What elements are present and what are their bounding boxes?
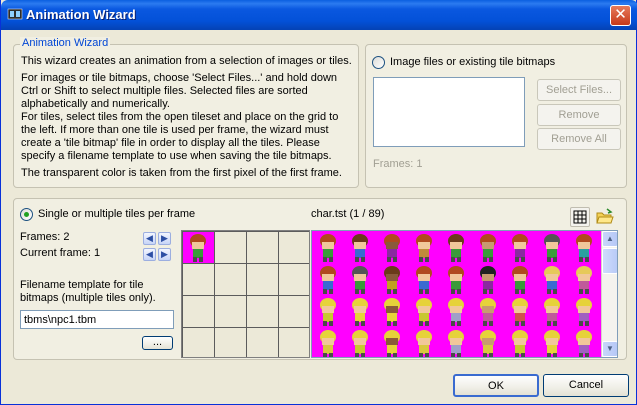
ok-button[interactable]: OK bbox=[453, 374, 539, 397]
image-files-radio-label[interactable]: Image files or existing tile bitmaps bbox=[390, 56, 555, 68]
tileset-tile[interactable] bbox=[320, 234, 336, 262]
title-bar[interactable]: Animation Wizard ✕ bbox=[1, 0, 637, 30]
open-folder-icon bbox=[596, 208, 614, 224]
intro-paragraph-3: For tiles, select tiles from the open ti… bbox=[21, 111, 339, 162]
tileset-caption: char.tst (1 / 89) bbox=[311, 208, 385, 220]
tileset-tile[interactable] bbox=[448, 234, 464, 262]
tiles-radio-label[interactable]: Single or multiple tiles per frame bbox=[38, 208, 195, 220]
scroll-up-button[interactable]: ▲ bbox=[602, 231, 617, 247]
animation-wizard-window: Animation Wizard ✕ Animation Wizard This… bbox=[0, 0, 637, 405]
remove-button[interactable]: Remove bbox=[537, 104, 621, 126]
close-icon: ✕ bbox=[614, 6, 627, 23]
filename-template-input[interactable]: tbms\npc1.tbm bbox=[20, 310, 174, 329]
window-title: Animation Wizard bbox=[26, 7, 136, 22]
scroll-down-button[interactable]: ▼ bbox=[602, 341, 617, 357]
tileset-tile[interactable] bbox=[416, 330, 432, 358]
tileset-tile[interactable] bbox=[512, 266, 528, 294]
current-frame-label: Current frame: 1 bbox=[20, 247, 101, 259]
current-frame-next-button[interactable]: ▶ bbox=[158, 248, 171, 261]
tiles-radio[interactable] bbox=[20, 208, 33, 221]
tileset-tile[interactable] bbox=[352, 330, 368, 358]
image-files-radio[interactable] bbox=[372, 56, 385, 69]
filename-template-value: tbms\npc1.tbm bbox=[24, 314, 97, 326]
tileset-tile[interactable] bbox=[512, 234, 528, 262]
open-tileset-button[interactable] bbox=[595, 207, 615, 227]
remove-all-button[interactable]: Remove All bbox=[537, 128, 621, 150]
tileset-tile[interactable] bbox=[384, 234, 400, 262]
tileset-tile[interactable] bbox=[544, 266, 560, 294]
tileset-tile[interactable] bbox=[384, 298, 400, 326]
tileset-tile[interactable] bbox=[352, 234, 368, 262]
frames-prev-button[interactable]: ◀ bbox=[143, 232, 156, 245]
intro-description: This wizard creates an animation from a … bbox=[21, 55, 355, 180]
tileset-tiles[interactable] bbox=[312, 231, 602, 358]
tileset-tile[interactable] bbox=[512, 298, 528, 326]
tileset-tile[interactable] bbox=[544, 330, 560, 358]
browse-button[interactable]: ... bbox=[142, 336, 173, 350]
image-files-group: Image files or existing tile bitmaps Sel… bbox=[365, 44, 627, 188]
image-files-list[interactable] bbox=[373, 77, 525, 147]
tileset-tile[interactable] bbox=[320, 330, 336, 358]
current-frame-prev-button[interactable]: ◀ bbox=[143, 248, 156, 261]
tileset-scrollbar[interactable]: ▲ ▼ bbox=[601, 231, 617, 357]
tiles-group: Single or multiple tiles per frame Frame… bbox=[13, 198, 627, 360]
intro-legend: Animation Wizard bbox=[20, 37, 111, 49]
tileset-tile[interactable] bbox=[576, 266, 592, 294]
tileset-tile[interactable] bbox=[320, 266, 336, 294]
tileset-tile[interactable] bbox=[576, 234, 592, 262]
tileset-tile[interactable] bbox=[448, 266, 464, 294]
tileset-tile[interactable] bbox=[448, 330, 464, 358]
tileset-tile[interactable] bbox=[384, 330, 400, 358]
tileset-tile[interactable] bbox=[512, 330, 528, 358]
cancel-button[interactable]: Cancel bbox=[543, 374, 629, 397]
tileset-tile[interactable] bbox=[576, 298, 592, 326]
tileset-tile[interactable] bbox=[480, 234, 496, 262]
intro-group: Animation Wizard This wizard creates an … bbox=[13, 37, 359, 188]
tileset-tile[interactable] bbox=[480, 330, 496, 358]
tileset-tile[interactable] bbox=[416, 266, 432, 294]
tileset-tile[interactable] bbox=[448, 298, 464, 326]
film-icon bbox=[7, 6, 23, 22]
tileset-tile[interactable] bbox=[576, 330, 592, 358]
scroll-thumb[interactable] bbox=[602, 248, 617, 274]
tileset-tile[interactable] bbox=[480, 266, 496, 294]
frame-grid-tile[interactable] bbox=[183, 232, 214, 263]
frame-grid[interactable] bbox=[181, 230, 310, 358]
grid-toggle-button[interactable] bbox=[570, 207, 590, 227]
tileset-tile[interactable] bbox=[544, 298, 560, 326]
tileset-tile[interactable] bbox=[352, 266, 368, 294]
tileset-tile[interactable] bbox=[480, 298, 496, 326]
intro-paragraph-4: The transparent color is taken from the … bbox=[21, 167, 342, 179]
tiles-frames-count: Frames: 2 bbox=[20, 231, 70, 243]
tileset-tile[interactable] bbox=[544, 234, 560, 262]
intro-paragraph-2: For images or tile bitmaps, choose 'Sele… bbox=[21, 72, 338, 110]
tileset-tile[interactable] bbox=[320, 298, 336, 326]
tileset-tile[interactable] bbox=[416, 234, 432, 262]
frames-next-button[interactable]: ▶ bbox=[158, 232, 171, 245]
tileset-view[interactable]: ▲ ▼ bbox=[311, 230, 618, 358]
close-button[interactable]: ✕ bbox=[610, 5, 631, 26]
tileset-tile[interactable] bbox=[352, 298, 368, 326]
tileset-tile[interactable] bbox=[416, 298, 432, 326]
select-files-button[interactable]: Select Files... bbox=[537, 79, 621, 101]
image-frames-count: Frames: 1 bbox=[373, 158, 423, 170]
tileset-tile[interactable] bbox=[384, 266, 400, 294]
intro-paragraph-1: This wizard creates an animation from a … bbox=[21, 55, 352, 67]
frame-grid-lines bbox=[182, 231, 309, 357]
filename-template-label: Filename template for tile bitmaps (mult… bbox=[20, 279, 156, 304]
grid-icon bbox=[573, 210, 587, 224]
